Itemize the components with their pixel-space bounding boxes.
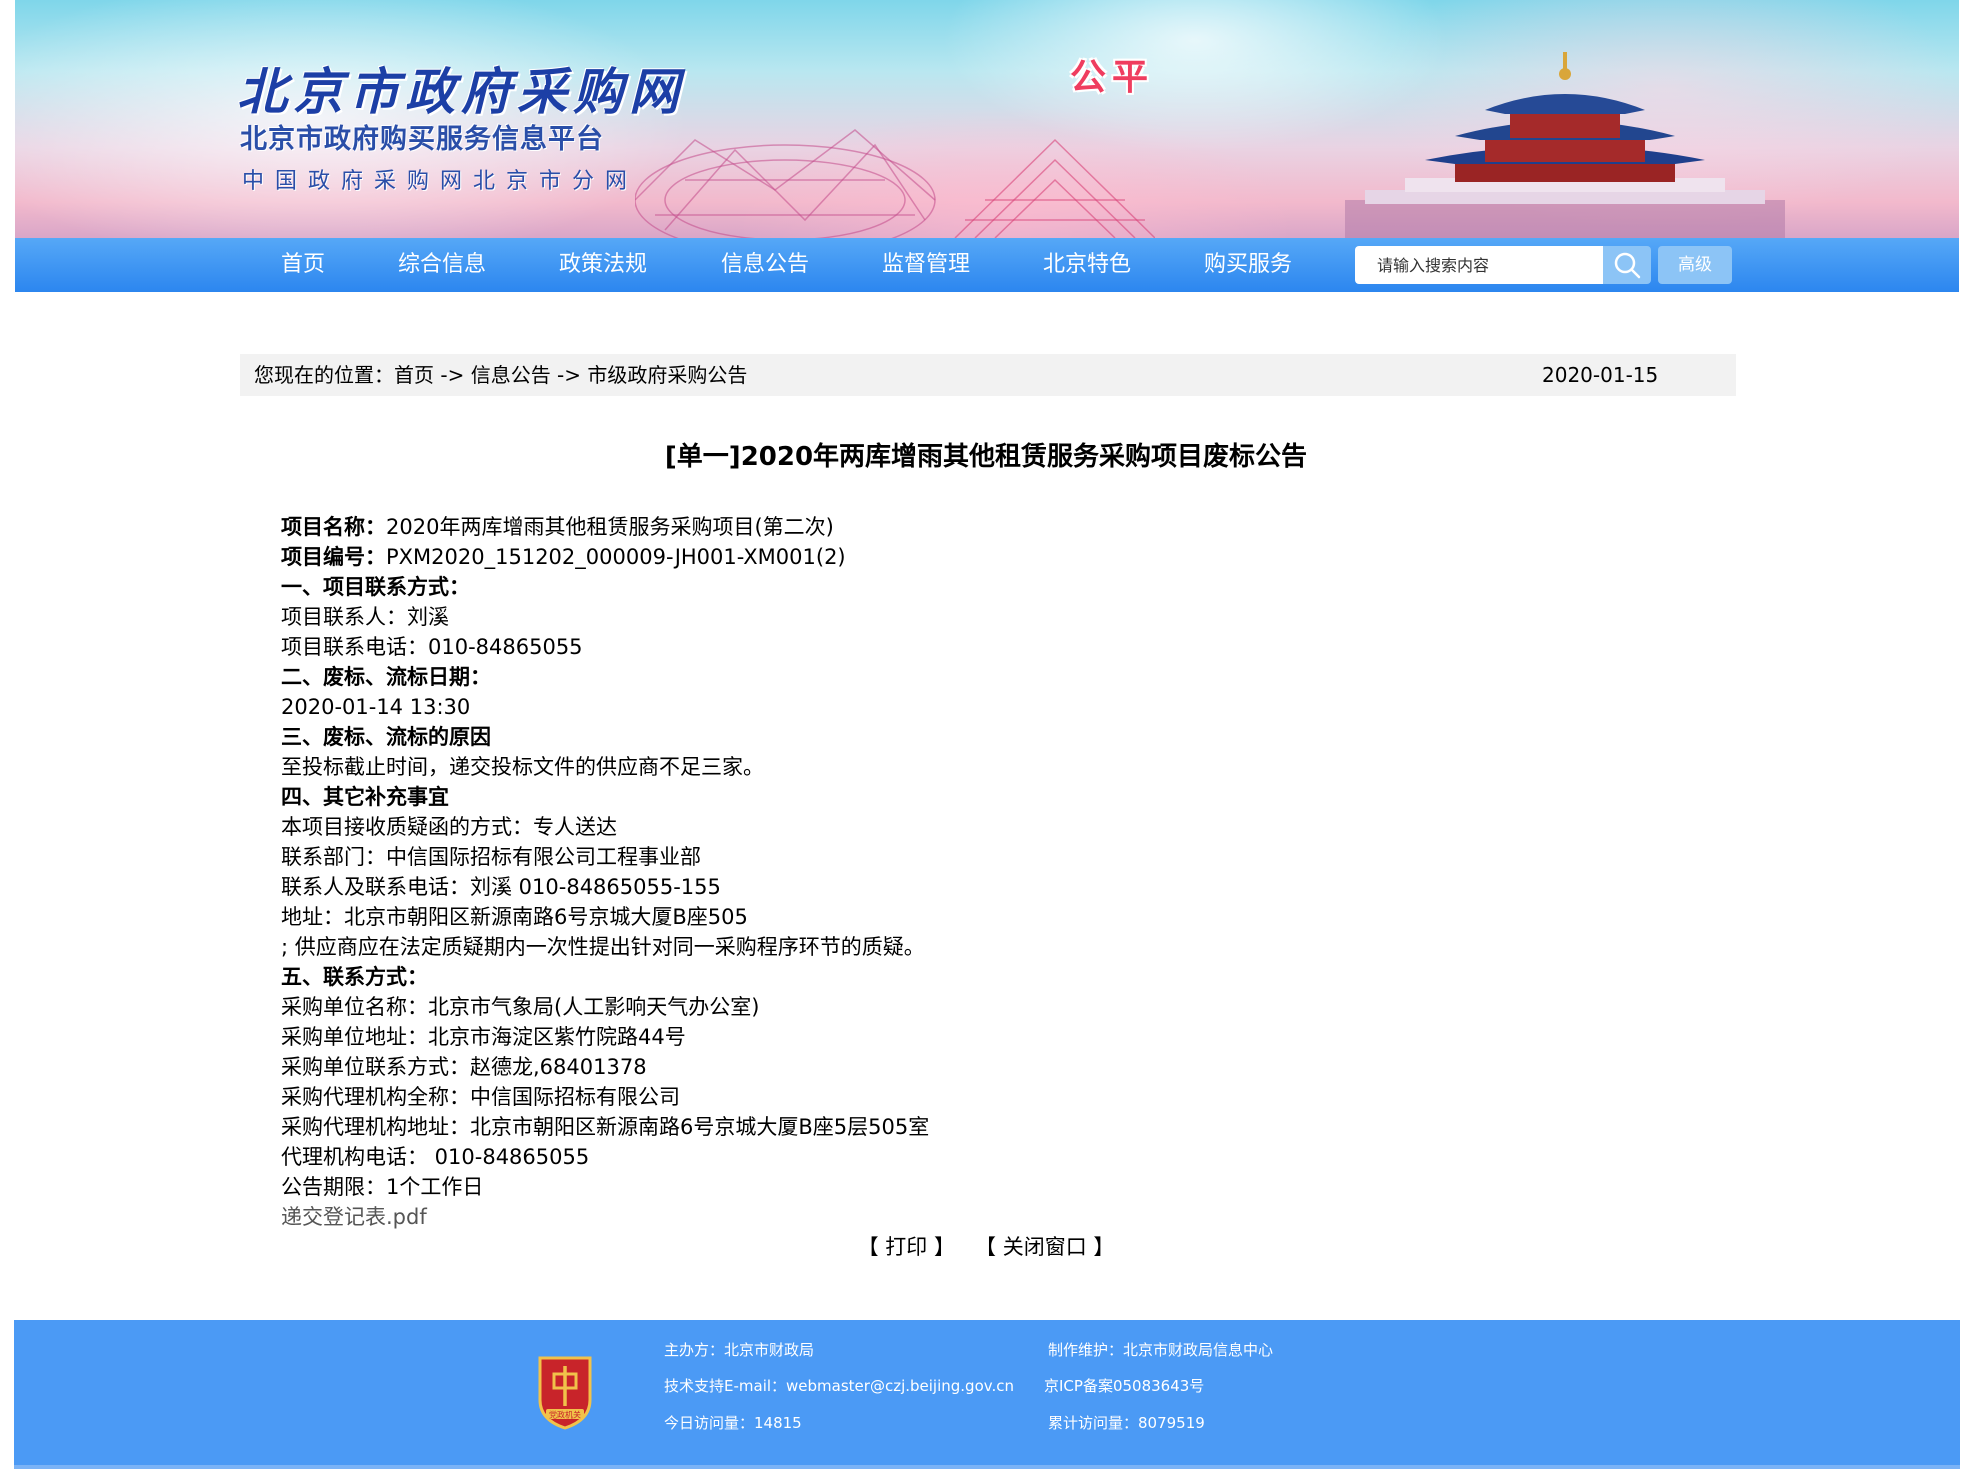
footer-host: 主办方：北京市财政局 bbox=[664, 1341, 815, 1359]
contact-line: 公告期限：1个工作日 bbox=[281, 1175, 484, 1199]
supplement-line: ; 供应商应在法定质疑期内一次性提出针对同一采购程序环节的质疑。 bbox=[281, 935, 925, 959]
breadcrumb-separator: -> bbox=[434, 363, 471, 387]
contact-line: 采购单位名称：北京市气象局(人工影响天气办公室) bbox=[281, 995, 760, 1019]
section-heading: 一、项目联系方式： bbox=[281, 575, 470, 599]
project-name-label: 项目名称： bbox=[281, 515, 386, 539]
nav-item-announcements[interactable]: 信息公告 bbox=[721, 238, 809, 292]
site-logo-subtitle: 北京市政府购买服务信息平台 bbox=[240, 124, 604, 155]
contact-line: 采购代理机构地址：北京市朝阳区新源南路6号京城大厦B座5层505室 bbox=[281, 1115, 930, 1139]
main-nav: 首页 综合信息 政策法规 信息公告 监督管理 北京特色 购买服务 高级 bbox=[15, 238, 1959, 292]
footer-today-visits: 今日访问量：14815 bbox=[664, 1414, 802, 1432]
section-heading: 三、废标、流标的原因 bbox=[281, 725, 491, 749]
search-input[interactable] bbox=[1355, 246, 1603, 284]
temple-of-heaven-illustration bbox=[1345, 52, 1785, 238]
breadcrumb-prefix: 您现在的位置： bbox=[254, 363, 394, 387]
nav-item-supervision[interactable]: 监督管理 bbox=[882, 238, 970, 292]
supplement-line: 联系人及联系电话：刘溪 010-84865055-155 bbox=[281, 875, 721, 899]
breadcrumb-municipal-link[interactable]: 市级政府采购公告 bbox=[587, 363, 747, 387]
motto-text: 公平 bbox=[1070, 57, 1155, 98]
section-heading: 四、其它补充事宜 bbox=[281, 785, 449, 809]
publish-date: 2020-01-15 bbox=[1542, 363, 1659, 387]
bracket-close: 】 bbox=[1093, 1235, 1115, 1259]
breadcrumb-home-link[interactable]: 首页 bbox=[394, 363, 434, 387]
contact-line: 采购单位地址：北京市海淀区紫竹院路44号 bbox=[281, 1025, 686, 1049]
article-actions: 【 打印 】 【 关闭窗口 】 bbox=[0, 1232, 1972, 1262]
site-logo-title[interactable]: 北京市政府采购网 bbox=[237, 52, 685, 124]
project-number-label: 项目编号： bbox=[281, 545, 386, 569]
project-number-row: 项目编号：PXM2020_151202_000009-JH001-XM001(2… bbox=[281, 542, 1681, 572]
party-government-emblem[interactable]: 党政机关 bbox=[534, 1354, 596, 1430]
header-banner: 北京市政府采购网 北京市政府购买服务信息平台 中国政府采购网北京市分网 公平 bbox=[15, 0, 1959, 238]
footer: 党政机关 主办方：北京市财政局 制作维护：北京市财政局信息中心 技术支持E-ma… bbox=[14, 1320, 1960, 1469]
section-heading: 五、联系方式： bbox=[281, 965, 428, 989]
footer-maintainer: 制作维护：北京市财政局信息中心 bbox=[1048, 1341, 1274, 1359]
contact-line: 采购代理机构全称：中信国际招标有限公司 bbox=[281, 1085, 680, 1109]
breadcrumb-separator: -> bbox=[550, 363, 588, 387]
emblem-label: 党政机关 bbox=[549, 1410, 581, 1420]
footer-icp-record[interactable]: 京ICP备案05083643号 bbox=[1044, 1376, 1204, 1396]
supplement-line: 本项目接收质疑函的方式：专人送达 bbox=[281, 815, 617, 839]
attachment-link[interactable]: 递交登记表.pdf bbox=[281, 1205, 427, 1229]
cancel-date: 2020-01-14 13:30 bbox=[281, 695, 471, 719]
nav-item-home[interactable]: 首页 bbox=[281, 238, 325, 292]
close-window-button[interactable]: 关闭窗口 bbox=[1003, 1235, 1087, 1259]
birds-nest-illustration bbox=[635, 129, 1155, 238]
search-button[interactable] bbox=[1603, 246, 1651, 284]
footer-support-email[interactable]: 技术支持E-mail：webmaster@czj.beijing.gov.cn bbox=[664, 1376, 1014, 1396]
supplement-line: 联系部门：中信国际招标有限公司工程事业部 bbox=[281, 845, 701, 869]
supplement-line: 地址：北京市朝阳区新源南路6号京城大厦B座505 bbox=[281, 905, 748, 929]
cancel-reason: 至投标截止时间，递交投标文件的供应商不足三家。 bbox=[281, 755, 764, 779]
project-number-value: PXM2020_151202_000009-JH001-XM001(2) bbox=[386, 545, 846, 569]
advanced-search-button[interactable]: 高级 bbox=[1658, 246, 1732, 284]
article-body: 项目名称：2020年两库增雨其他租赁服务采购项目(第二次) 项目编号：PXM20… bbox=[281, 512, 1681, 1232]
nav-item-beijing-features[interactable]: 北京特色 bbox=[1043, 238, 1131, 292]
breadcrumb-path: 您现在的位置：首页 -> 信息公告 -> 市级政府采购公告 bbox=[254, 354, 747, 396]
article-title: [单一]2020年两库增雨其他租赁服务采购项目废标公告 bbox=[664, 442, 1308, 472]
nav-item-policies[interactable]: 政策法规 bbox=[559, 238, 647, 292]
print-button[interactable]: 打印 bbox=[885, 1235, 927, 1259]
bracket-open: 【 bbox=[857, 1235, 879, 1259]
section-heading: 二、废标、流标日期： bbox=[281, 665, 491, 689]
attachment-row: 递交登记表.pdf bbox=[281, 1202, 1681, 1232]
search-icon bbox=[1614, 252, 1641, 279]
contact-line: 采购单位联系方式：赵德龙,68401378 bbox=[281, 1055, 647, 1079]
breadcrumb: 您现在的位置：首页 -> 信息公告 -> 市级政府采购公告 2020-01-15 bbox=[240, 354, 1736, 396]
site-logo-tagline: 中国政府采购网北京市分网 bbox=[242, 169, 639, 194]
contact-phone: 项目联系电话：010-84865055 bbox=[281, 635, 583, 659]
breadcrumb-announcements-link[interactable]: 信息公告 bbox=[471, 363, 551, 387]
footer-total-visits: 累计访问量：8079519 bbox=[1048, 1414, 1205, 1432]
bracket-open: 【 bbox=[975, 1235, 997, 1259]
nav-item-general-info[interactable]: 综合信息 bbox=[398, 238, 486, 292]
project-name-value: 2020年两库增雨其他租赁服务采购项目(第二次) bbox=[386, 515, 834, 539]
contact-line: 代理机构电话： 010-84865055 bbox=[281, 1145, 590, 1169]
contact-person: 项目联系人：刘溪 bbox=[281, 605, 449, 629]
bracket-close: 】 bbox=[933, 1235, 955, 1259]
nav-item-purchase-services[interactable]: 购买服务 bbox=[1204, 238, 1292, 292]
project-name-row: 项目名称：2020年两库增雨其他租赁服务采购项目(第二次) bbox=[281, 512, 1681, 542]
